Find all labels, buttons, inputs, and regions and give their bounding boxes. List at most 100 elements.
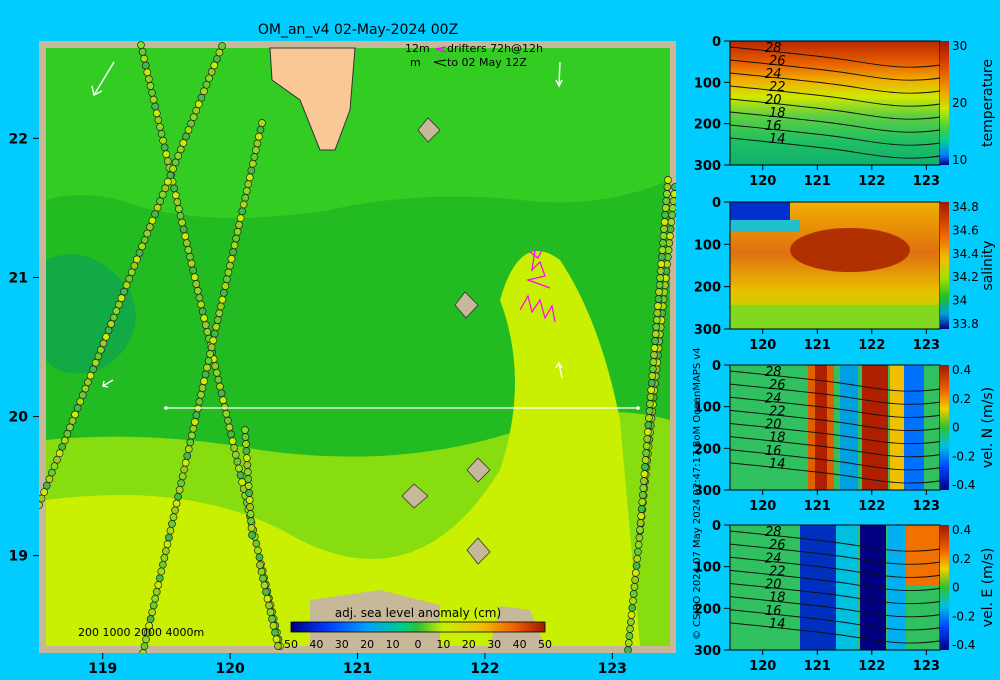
drifter-point (214, 375, 223, 384)
velN-x-tick-label: 120 (749, 499, 776, 514)
drifter-point (659, 239, 667, 247)
drifter-point (146, 615, 155, 623)
map-colorbar-tick-label: 40 (513, 638, 527, 651)
salinity-y-tick-label: 100 (694, 238, 721, 253)
drifter-point (184, 126, 193, 134)
drifter-point (659, 232, 668, 240)
drifter-point (212, 368, 221, 377)
salinity-y-tick-label: 200 (694, 281, 721, 296)
map-colorbar-tick-label: 40 (309, 638, 323, 651)
drifter-point (157, 567, 166, 576)
drifter-point (633, 554, 642, 563)
map-colorbar-tick-label: 30 (487, 638, 501, 651)
drifter-point (668, 211, 676, 219)
drifter-point (652, 323, 661, 331)
drifter-point (211, 362, 220, 370)
drifter-point (109, 313, 118, 322)
velE-y-tick-label: 0 (712, 519, 721, 534)
drifter-point (223, 275, 231, 284)
velN-colorbar-tick-label: 0.2 (952, 392, 971, 406)
drifter-point (252, 539, 261, 548)
drifter-point (654, 295, 663, 303)
salinity-colorbar-label: salinity (980, 240, 996, 290)
drifter-point (667, 218, 676, 226)
map-x-tick-label: 120 (215, 661, 244, 677)
drifter-point (160, 554, 169, 562)
drifter-point (630, 583, 639, 591)
drifter-point (247, 517, 255, 525)
drifter-point (243, 468, 252, 476)
temperature-x-tick-label: 121 (804, 174, 831, 189)
velN-colorbar-tick-label: 0 (952, 421, 960, 435)
drifter-point (247, 524, 256, 532)
salinity-panel (729, 201, 949, 330)
drifter-point (89, 365, 97, 374)
drifter-point (232, 234, 240, 243)
drifter-point (192, 411, 201, 420)
drifter-point (640, 477, 648, 485)
drifter-point (629, 590, 638, 598)
drifter-point (647, 386, 656, 394)
drifter-point (651, 330, 660, 338)
drifter-point (631, 568, 640, 577)
drifter-point (97, 345, 105, 354)
drifter-point (263, 594, 272, 603)
drifter-point (159, 136, 167, 145)
drifter-point (642, 449, 651, 457)
drifter-point (652, 316, 661, 324)
drifter-point (224, 268, 233, 277)
drifter-point (233, 457, 242, 466)
velN-colorbar-tick-label: 0.4 (952, 363, 971, 377)
drifter-point (655, 281, 664, 289)
drifter-point (45, 475, 54, 483)
drifter-point (68, 417, 77, 425)
drifter-point (664, 176, 672, 184)
drifter-point (637, 512, 645, 520)
map-colorbar-tick-label: 50 (538, 638, 552, 651)
velE-x-tick-label: 120 (749, 659, 776, 674)
temperature-colorbar-tick-label: 30 (952, 39, 967, 53)
drifter-point (149, 601, 158, 610)
drifter-point (219, 396, 227, 404)
drifter-point (244, 482, 253, 490)
drifter-point (629, 597, 637, 605)
drifter-point (259, 574, 267, 583)
isobath-label: 200 1000 2000 4000m (78, 626, 204, 639)
drifter-point (184, 445, 193, 454)
drifter-point (174, 492, 182, 501)
salinity-y-tick-label: 0 (712, 196, 721, 211)
drifter-point (230, 444, 239, 452)
map-colorbar-bar (290, 621, 546, 633)
temperature-y-tick-label: 100 (694, 76, 721, 91)
velN-y-tick-label: 0 (712, 359, 721, 374)
salinity-fresh-edge (730, 220, 800, 232)
drifter-point (669, 204, 676, 212)
salinity-x-tick-label: 122 (858, 338, 885, 353)
drifter-point (200, 87, 208, 96)
drifter-point (42, 481, 51, 490)
map-y-tick-label: 19 (9, 549, 28, 565)
salinity-y-tick-label: 300 (694, 323, 721, 338)
temperature-x-tick-label: 122 (858, 174, 885, 189)
drifter-point (661, 204, 670, 212)
drifter-point (154, 116, 163, 124)
map-y-tick-label: 20 (9, 410, 29, 426)
drifter-point (231, 450, 240, 459)
temperature-y-tick-label: 200 (694, 118, 721, 133)
temperature-x-tick-label: 120 (749, 174, 776, 189)
map-y-tick-label: 22 (9, 131, 28, 147)
drifter-point (210, 61, 219, 70)
drifter-point (218, 295, 227, 304)
drifter-point (178, 472, 187, 481)
drifter-point (200, 314, 209, 323)
drifter-point (235, 464, 243, 473)
map-colorbar-tick-label: 0 (415, 638, 422, 651)
map-colorbar-tick-label: 30 (335, 638, 349, 651)
drifter-point (220, 289, 228, 297)
drifter-point (254, 546, 262, 555)
salinity-x-tick-label: 123 (913, 338, 940, 353)
drifter-point (76, 397, 85, 406)
drifter-point (210, 329, 219, 338)
velE-colorbar-tick-label: -0.2 (952, 609, 975, 623)
drifter-point (268, 615, 276, 623)
